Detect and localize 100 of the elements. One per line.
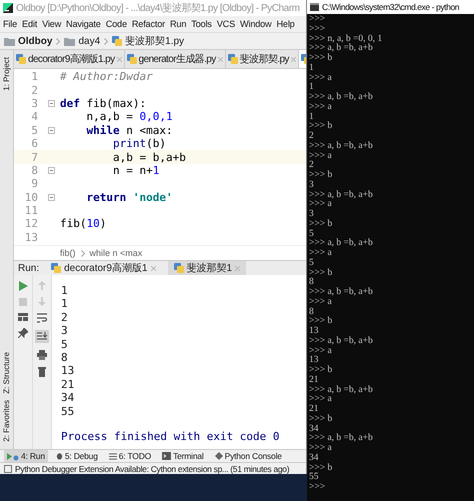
line-number: 5: [30, 124, 39, 137]
code-text: return 'node': [85, 190, 173, 204]
fold-marker-icon[interactable]: [48, 166, 55, 174]
console-line: 21: [309, 405, 320, 415]
scroll-to-end-icon[interactable]: [35, 330, 49, 343]
python-file-icon: [126, 54, 137, 64]
console-line: 5: [309, 258, 315, 268]
console-line: >>> a, b =b, a+b: [309, 190, 374, 200]
list-icon: [108, 452, 117, 460]
console-line: >>>: [309, 24, 326, 34]
output-line: 2: [61, 310, 69, 324]
editor-tab[interactable]: 斐波那契.py: [226, 50, 299, 68]
console-line: >>> b: [309, 122, 334, 132]
console-line: 5: [309, 230, 315, 240]
app-icon: [3, 3, 13, 13]
console-line: 13: [309, 327, 320, 337]
line-number: 10: [24, 190, 39, 204]
menu-item[interactable]: View: [42, 19, 62, 29]
console-line: 8: [309, 278, 315, 288]
side-tab[interactable]: 2: Favorites: [2, 397, 11, 445]
breadcrumb[interactable]: fib(): [60, 248, 76, 258]
pin-icon[interactable]: [18, 328, 28, 338]
menu-item[interactable]: VCS: [216, 19, 235, 29]
line-number: 11: [24, 204, 39, 218]
console-line: >>> a, b =b, a+b: [309, 288, 374, 298]
run-tab[interactable]: decorator9高潮版1: [45, 261, 162, 275]
menu-item[interactable]: Window: [240, 19, 272, 29]
bug-icon: [56, 452, 63, 460]
side-tab[interactable]: 1: Project: [2, 54, 11, 94]
print-icon[interactable]: [37, 350, 47, 360]
code-text: def fib(max):: [60, 96, 146, 110]
console-line: >>> b: [309, 220, 334, 230]
editor-tab[interactable]: decorator9高潮版1.py: [14, 50, 125, 68]
menu-item[interactable]: Refactor: [132, 19, 165, 29]
side-tab[interactable]: Z: Structure: [2, 349, 11, 398]
console-line: >>> a: [309, 249, 333, 258]
output-line: 1: [61, 297, 69, 311]
console-line: >>> a: [309, 444, 333, 454]
menu-item[interactable]: Edit: [22, 19, 38, 29]
python-file-icon: [16, 54, 26, 64]
play-icon[interactable]: [18, 281, 28, 291]
breadcrumb[interactable]: Oldboy: [4, 36, 52, 46]
code-text: print(b): [112, 137, 166, 150]
menu-item[interactable]: Navigate: [66, 19, 101, 29]
console-line: >>> b: [309, 464, 334, 472]
editor-tab[interactable]: generator生成器.py: [124, 50, 226, 68]
chevron-icon: [104, 38, 108, 44]
window-title: Oldboy [D:\Python\Oldboy] - ...\day4\斐波那契1.py [Oldboy] - PyCharm: [16, 2, 300, 15]
tool-window-tab[interactable]: Python Console: [212, 450, 285, 462]
console-line: >>> b: [309, 171, 334, 180]
layout-icon[interactable]: [18, 313, 28, 321]
breadcrumb[interactable]: 斐波那契1.py: [112, 34, 184, 48]
line-number: 9: [30, 177, 39, 190]
status-message: Python Debugger Extension Available: Cython extension sp... (51 minutes ago): [15, 464, 290, 474]
console-line: >>> a: [309, 102, 333, 112]
run-label: Run:: [18, 262, 40, 274]
console-line: >>> a: [309, 200, 333, 210]
console-line: 1: [309, 112, 315, 122]
line-number: 13: [24, 230, 39, 244]
code-text: fib(10): [60, 217, 106, 230]
trash-icon[interactable]: [38, 367, 46, 377]
output-line: 1: [61, 284, 69, 298]
console-line: 3: [309, 210, 315, 220]
tool-window-tab[interactable]: Terminal: [159, 450, 207, 462]
code-text: n,a,b = 0,0,1: [85, 110, 173, 124]
breadcrumb[interactable]: while n <max: [90, 248, 142, 258]
console-line: >>> b: [309, 54, 334, 64]
tool-window-tab[interactable]: 5: Debug: [52, 450, 101, 462]
console-line: >>> a: [309, 346, 333, 356]
soft-wrap-icon[interactable]: [37, 313, 47, 323]
menu-item[interactable]: Code: [106, 19, 127, 29]
fold-marker-icon[interactable]: [48, 100, 55, 107]
code-text: a,b = b,a+b: [112, 150, 186, 164]
run-tab[interactable]: 斐波那契1: [168, 261, 246, 275]
menu-item[interactable]: Tools: [191, 19, 212, 29]
console-line: >>> a, b =b, a+b: [309, 93, 374, 103]
console-icon: [310, 3, 319, 11]
console-line: >>> b: [309, 268, 334, 278]
menu-item[interactable]: File: [3, 19, 18, 29]
console-line: >>> a, b =b, a+b: [309, 434, 374, 444]
line-number: 2: [30, 84, 39, 97]
line-number: 3: [30, 96, 39, 110]
console-line: >>> b: [309, 414, 334, 424]
tool-window-tab[interactable]: 4: Run: [4, 450, 48, 462]
menu-item[interactable]: Help: [276, 19, 295, 29]
output-line: 5: [61, 338, 69, 351]
breadcrumb[interactable]: day4: [64, 36, 100, 46]
python-console-icon: [214, 452, 223, 460]
line-number: 1: [30, 70, 39, 84]
output-line: 3: [61, 324, 69, 338]
menu-item[interactable]: Run: [170, 19, 186, 29]
console-line: >>> a, b =b, a+b: [309, 386, 374, 396]
tool-window-tab[interactable]: 6: TODO: [106, 450, 154, 462]
console-line: 2: [309, 132, 315, 142]
fold-marker-icon[interactable]: [48, 126, 55, 134]
chevron-icon: [80, 250, 84, 256]
code-text: while n <max:: [85, 124, 173, 137]
output-line: 55: [61, 404, 76, 418]
fold-marker-icon[interactable]: [48, 194, 55, 201]
console-line: 1: [309, 83, 315, 93]
